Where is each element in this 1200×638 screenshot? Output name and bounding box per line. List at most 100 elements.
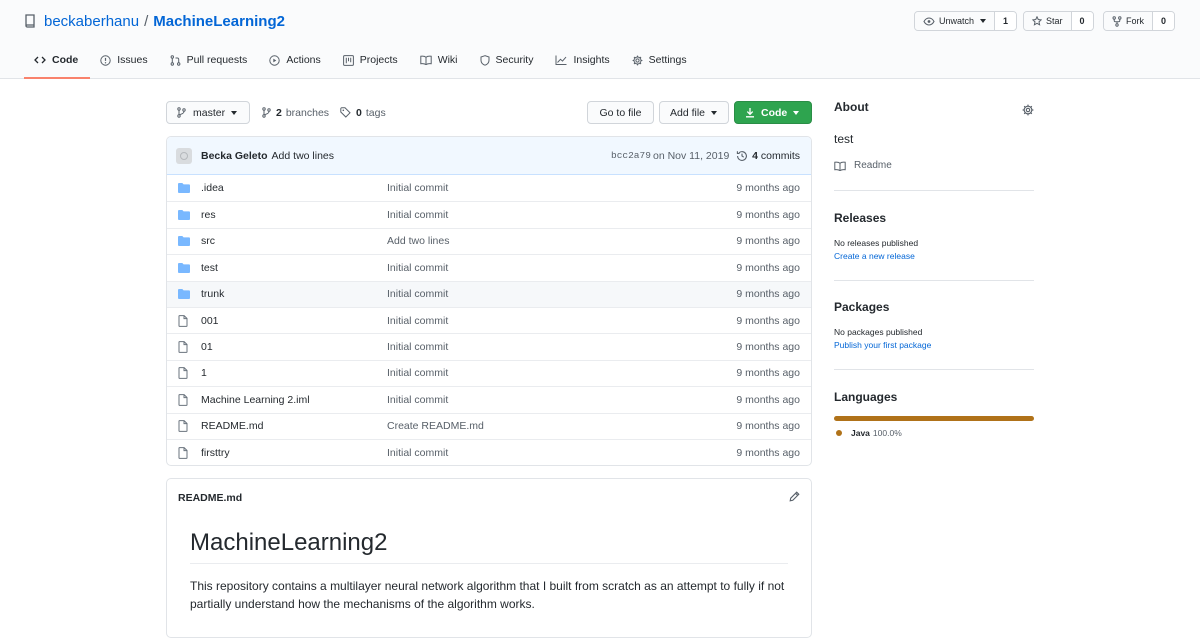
- file-commit-message[interactable]: Add two lines: [387, 235, 449, 247]
- file-row[interactable]: .idea Initial commit 9 months ago: [167, 175, 811, 201]
- repo-description: test: [834, 132, 854, 146]
- folder-icon: [178, 289, 190, 300]
- play-icon: [269, 55, 281, 66]
- language-name: Java: [851, 428, 870, 438]
- file-name-link[interactable]: 1: [201, 367, 207, 379]
- tab-actions[interactable]: Actions: [259, 47, 332, 79]
- file-name-link[interactable]: src: [201, 235, 215, 247]
- releases-heading[interactable]: Releases: [834, 211, 886, 225]
- file-commit-message[interactable]: Initial commit: [387, 315, 448, 327]
- repo-owner-link[interactable]: beckaberhanu: [44, 13, 139, 30]
- file-commit-message[interactable]: Initial commit: [387, 288, 448, 300]
- code-button-label: Code: [761, 106, 788, 119]
- repo-name-link[interactable]: MachineLearning2: [153, 13, 285, 30]
- file-commit-message[interactable]: Initial commit: [387, 262, 448, 274]
- file-name-link[interactable]: res: [201, 209, 216, 221]
- shield-icon: [480, 55, 490, 66]
- branches-label: branches: [285, 106, 330, 119]
- repo-separator: /: [144, 12, 149, 30]
- go-to-file-button[interactable]: Go to file: [587, 101, 654, 124]
- file-icon: [178, 420, 188, 433]
- create-release-link[interactable]: Create a new release: [834, 251, 915, 261]
- file-row[interactable]: src Add two lines 9 months ago: [167, 227, 811, 254]
- star-button[interactable]: Star: [1024, 12, 1071, 30]
- avatar[interactable]: [176, 147, 192, 164]
- languages-heading: Languages: [834, 390, 898, 404]
- tab-issues[interactable]: Issues: [90, 47, 159, 79]
- file-row[interactable]: res Initial commit 9 months ago: [167, 201, 811, 227]
- tab-pull-requests-label: Pull requests: [186, 54, 248, 66]
- tab-pull-requests[interactable]: Pull requests: [160, 47, 260, 79]
- file-commit-message[interactable]: Initial commit: [387, 394, 448, 406]
- file-name-link[interactable]: firsttry: [201, 447, 230, 459]
- gear-icon[interactable]: [1022, 104, 1034, 116]
- tags-label: tags: [365, 106, 386, 119]
- file-commit-message[interactable]: Initial commit: [387, 367, 448, 379]
- folder-icon: [178, 262, 190, 273]
- pull-request-icon: [170, 55, 181, 66]
- branches-link[interactable]: 2 branches: [262, 101, 329, 124]
- tab-code[interactable]: Code: [24, 47, 91, 79]
- star-label: Star: [1046, 16, 1063, 26]
- file-commit-message[interactable]: Initial commit: [387, 209, 448, 221]
- tab-security[interactable]: Security: [470, 47, 546, 79]
- tab-insights[interactable]: Insights: [545, 47, 621, 79]
- readme-link[interactable]: Readme: [834, 160, 892, 171]
- tab-wiki[interactable]: Wiki: [410, 47, 470, 79]
- file-row[interactable]: trunk Initial commit 9 months ago: [167, 280, 811, 307]
- packages-empty-text: No packages published: [834, 327, 923, 337]
- stargazers-count[interactable]: 0: [1070, 12, 1093, 30]
- tags-link[interactable]: 0 tags: [340, 101, 386, 124]
- tab-projects[interactable]: Projects: [333, 47, 410, 79]
- file-row[interactable]: 1 Initial commit 9 months ago: [167, 359, 811, 386]
- branch-select-button[interactable]: master: [166, 101, 250, 124]
- file-age: 9 months ago: [736, 182, 800, 195]
- eye-icon: [923, 16, 935, 26]
- file-commit-message[interactable]: Initial commit: [387, 447, 448, 459]
- language-item[interactable]: Java 100.0%: [836, 428, 902, 438]
- divider: [834, 280, 1034, 281]
- commit-date: on Nov 11, 2019: [653, 149, 730, 162]
- file-age: 9 months ago: [736, 261, 800, 274]
- file-row[interactable]: test Initial commit 9 months ago: [167, 254, 811, 280]
- commit-message[interactable]: Add two lines: [272, 150, 334, 162]
- file-name-link[interactable]: 001: [201, 315, 219, 327]
- file-name-link[interactable]: README.md: [201, 420, 263, 432]
- file-row[interactable]: 01 Initial commit 9 months ago: [167, 333, 811, 359]
- readme-body: This repository contains a multilayer ne…: [190, 579, 785, 611]
- file-name-link[interactable]: test: [201, 262, 218, 274]
- file-name-link[interactable]: .idea: [201, 182, 224, 194]
- file-row[interactable]: Machine Learning 2.iml Initial commit 9 mo…: [167, 386, 811, 412]
- file-age: 9 months ago: [736, 446, 800, 459]
- commit-sha[interactable]: bcc2a79: [611, 150, 651, 161]
- file-commit-message[interactable]: Create README.md: [387, 420, 484, 432]
- watchers-count[interactable]: 1: [994, 12, 1017, 30]
- book-icon: [419, 55, 432, 65]
- publish-package-link[interactable]: Publish your first package: [834, 340, 931, 350]
- file-name-link[interactable]: 01: [201, 341, 213, 353]
- add-file-button[interactable]: Add file: [659, 101, 729, 124]
- file-row[interactable]: README.md Create README.md 9 months ago: [167, 412, 811, 439]
- file-row[interactable]: firsttry Initial commit 9 months ago: [167, 438, 811, 465]
- file-commit-message[interactable]: Initial commit: [387, 341, 448, 353]
- forks-count[interactable]: 0: [1152, 12, 1174, 30]
- file-commit-message[interactable]: Initial commit: [387, 182, 448, 194]
- file-age: 9 months ago: [736, 314, 800, 327]
- tab-security-label: Security: [495, 54, 534, 66]
- file-row[interactable]: 001 Initial commit 9 months ago: [167, 306, 811, 333]
- edit-pencil-icon[interactable]: [789, 491, 800, 502]
- code-download-button[interactable]: Code: [734, 101, 812, 124]
- commits-link[interactable]: 4 commits: [736, 150, 800, 162]
- file-name-link[interactable]: trunk: [201, 288, 224, 300]
- commit-author[interactable]: Becka Geleto: [201, 150, 268, 162]
- fork-button[interactable]: Fork: [1104, 12, 1152, 30]
- code-icon: [34, 56, 46, 64]
- unwatch-button[interactable]: Unwatch: [915, 12, 995, 30]
- file-icon: [178, 393, 188, 406]
- packages-heading[interactable]: Packages: [834, 300, 889, 314]
- readme-panel: README.md MachineLearning2 This reposito…: [166, 478, 812, 638]
- tab-settings[interactable]: Settings: [622, 47, 699, 79]
- file-icon: [178, 446, 188, 459]
- file-name-link[interactable]: Machine Learning 2.iml: [201, 394, 310, 406]
- file-browser: Becka Geleto Add two lines bcc2a79 on No…: [166, 136, 812, 467]
